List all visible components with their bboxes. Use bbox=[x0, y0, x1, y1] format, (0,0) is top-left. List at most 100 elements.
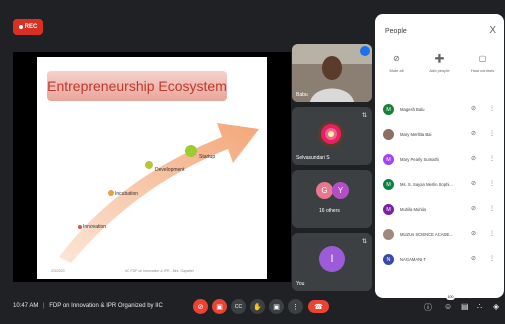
mute-all-label: Mute all bbox=[389, 68, 404, 73]
list-item[interactable]: M Magesh Balu ⊘ ⋮ bbox=[375, 102, 504, 122]
more-options-icon[interactable]: ⋮ bbox=[489, 105, 495, 112]
present-button[interactable]: ▣ bbox=[269, 299, 284, 314]
participant-name: Selvasundari S bbox=[296, 155, 330, 161]
list-item[interactable]: MUZUs SCIENCE ACADE... ⊘ ⋮ bbox=[375, 227, 504, 247]
leave-call-button[interactable]: ☎ bbox=[308, 300, 329, 313]
avatar: Y bbox=[332, 182, 349, 199]
list-item[interactable]: M Muhila Muhila ⊘ ⋮ bbox=[375, 202, 504, 222]
meeting-title: FDP on Innovation & IPR Organized by IIC bbox=[49, 303, 163, 309]
mic-off-icon[interactable]: ⊘ bbox=[471, 155, 476, 162]
stage-label-startup: Startup bbox=[199, 154, 216, 160]
participant-tile[interactable]: ⇅ Selvasundari S bbox=[292, 107, 372, 165]
mic-off-icon[interactable]: ⊘ bbox=[471, 255, 476, 262]
panel-actions: ⊘ Mute all ➕ Add people ▢ Host controls bbox=[375, 54, 504, 73]
camera-toggle-button[interactable]: ▣ bbox=[212, 299, 227, 314]
panel-title: People bbox=[385, 28, 407, 35]
host-controls-label: Host controls bbox=[470, 68, 495, 73]
self-avatar: I bbox=[319, 246, 345, 272]
mic-off-icon[interactable]: ⊘ bbox=[471, 105, 476, 112]
flower-icon bbox=[321, 124, 341, 144]
list-item[interactable]: N NAGAMANI T ⊘ ⋮ bbox=[375, 252, 504, 272]
more-options-icon[interactable]: ⋮ bbox=[489, 180, 495, 187]
host-controls-icon[interactable]: ◈ bbox=[493, 302, 499, 311]
stage-label-innovation: Innovation bbox=[83, 224, 107, 230]
record-dot-icon bbox=[18, 25, 23, 29]
more-options-icon[interactable]: ⋮ bbox=[489, 230, 495, 237]
others-tile[interactable]: G Y 16 others bbox=[292, 170, 372, 228]
chat-icon[interactable]: ▤ bbox=[461, 302, 469, 311]
raise-hand-button[interactable]: ✋ bbox=[250, 299, 265, 314]
more-vert-icon: ⋮ bbox=[292, 303, 299, 311]
clock-time: 10:47 AM bbox=[13, 303, 39, 309]
avatar: M bbox=[383, 179, 394, 190]
list-item[interactable]: M Mary Pearly Sumathi ⊘ ⋮ bbox=[375, 152, 504, 172]
more-options-icon[interactable]: ⋮ bbox=[489, 255, 495, 262]
host-controls-button[interactable]: ▢ Host controls bbox=[463, 54, 503, 73]
list-item[interactable]: M Ms. S. Sayan Merlin Sophi... ⊘ ⋮ bbox=[375, 177, 504, 197]
avatar: N bbox=[383, 254, 394, 265]
pin-icon[interactable]: ⇅ bbox=[362, 112, 367, 119]
camera-off-icon: ▣ bbox=[216, 303, 223, 311]
participant-name: Mary Merlitta Bai bbox=[400, 132, 432, 137]
present-icon: ▣ bbox=[273, 303, 280, 311]
self-label: You bbox=[296, 281, 305, 287]
add-people-button[interactable]: ➕ Add people bbox=[420, 54, 460, 73]
speaking-indicator-icon bbox=[360, 46, 370, 56]
mic-off-icon: ⊘ bbox=[197, 303, 204, 311]
captions-icon: CC bbox=[234, 303, 243, 310]
add-people-label: Add people bbox=[429, 68, 450, 73]
list-item[interactable]: Mary Merlitta Bai ⊘ ⋮ bbox=[375, 127, 504, 147]
innovation-marker bbox=[78, 225, 82, 229]
people-panel: People X ⊘ Mute all ➕ Add people ▢ Host … bbox=[375, 14, 504, 298]
mic-off-icon[interactable]: ⊘ bbox=[471, 230, 476, 237]
mic-off-icon[interactable]: ⊘ bbox=[471, 180, 476, 187]
avatar: M bbox=[383, 104, 394, 115]
participant-name: Mary Pearly Sumathi bbox=[400, 157, 439, 162]
stage-label-incubation: Incubation bbox=[115, 191, 139, 197]
flower-avatar bbox=[318, 121, 344, 147]
host-controls-icon: ▢ bbox=[478, 54, 487, 63]
captions-button[interactable]: CC bbox=[231, 299, 246, 314]
pin-icon[interactable]: ⇅ bbox=[362, 238, 367, 245]
participant-name: NAGAMANI T bbox=[400, 257, 426, 262]
avatar bbox=[383, 129, 394, 140]
add-people-icon: ➕ bbox=[434, 54, 445, 63]
mute-all-button[interactable]: ⊘ Mute all bbox=[377, 54, 417, 73]
hand-icon: ✋ bbox=[253, 303, 262, 311]
people-icon[interactable]: ☺ bbox=[444, 302, 452, 311]
presentation-stage: Entrepreneurship Ecosystem Innovation In… bbox=[13, 52, 291, 282]
more-options-icon[interactable]: ⋮ bbox=[489, 130, 495, 137]
more-options-button[interactable]: ⋮ bbox=[288, 299, 303, 314]
info-icon[interactable]: ⓘ bbox=[424, 302, 432, 313]
phone-hangup-icon: ☎ bbox=[314, 303, 323, 311]
close-icon[interactable]: X bbox=[489, 25, 496, 36]
more-options-icon[interactable]: ⋮ bbox=[489, 205, 495, 212]
stage-label-development: Development bbox=[155, 167, 185, 173]
presenter-video-tile[interactable]: Babu bbox=[292, 44, 372, 102]
startup-marker bbox=[185, 145, 197, 157]
avatar: G bbox=[316, 182, 333, 199]
presenter-name: Babu bbox=[296, 92, 308, 98]
slide-title: Entrepreneurship Ecosystem bbox=[47, 71, 227, 101]
incubation-marker bbox=[108, 190, 114, 196]
participant-name: Muhila Muhila bbox=[400, 207, 426, 212]
development-marker bbox=[145, 161, 153, 169]
avatar: M bbox=[383, 204, 394, 215]
mute-all-icon: ⊘ bbox=[393, 54, 400, 63]
mic-off-icon[interactable]: ⊘ bbox=[471, 130, 476, 137]
activities-icon[interactable]: ∴ bbox=[477, 302, 482, 311]
participant-count-badge: 100 bbox=[446, 294, 455, 300]
recording-badge: REC bbox=[13, 19, 43, 35]
presentation-slide: Entrepreneurship Ecosystem Innovation In… bbox=[37, 57, 267, 279]
slide-footer-date: 2/3/2023 bbox=[51, 269, 65, 273]
avatar bbox=[383, 229, 394, 240]
more-options-icon[interactable]: ⋮ bbox=[489, 155, 495, 162]
participant-name: Magesh Balu bbox=[400, 107, 425, 112]
mic-off-icon[interactable]: ⊘ bbox=[471, 205, 476, 212]
mic-toggle-button[interactable]: ⊘ bbox=[193, 299, 208, 314]
participant-name: MUZUs SCIENCE ACADE... bbox=[400, 232, 453, 237]
recording-label: REC bbox=[24, 24, 38, 30]
slide-footer-text: IIC FDP on Innovation & IPR - Mrs. Gayat… bbox=[125, 269, 194, 273]
meeting-info: 10:47 AM | FDP on Innovation & IPR Organ… bbox=[13, 303, 163, 309]
self-tile[interactable]: I ⇅ You bbox=[292, 233, 372, 291]
